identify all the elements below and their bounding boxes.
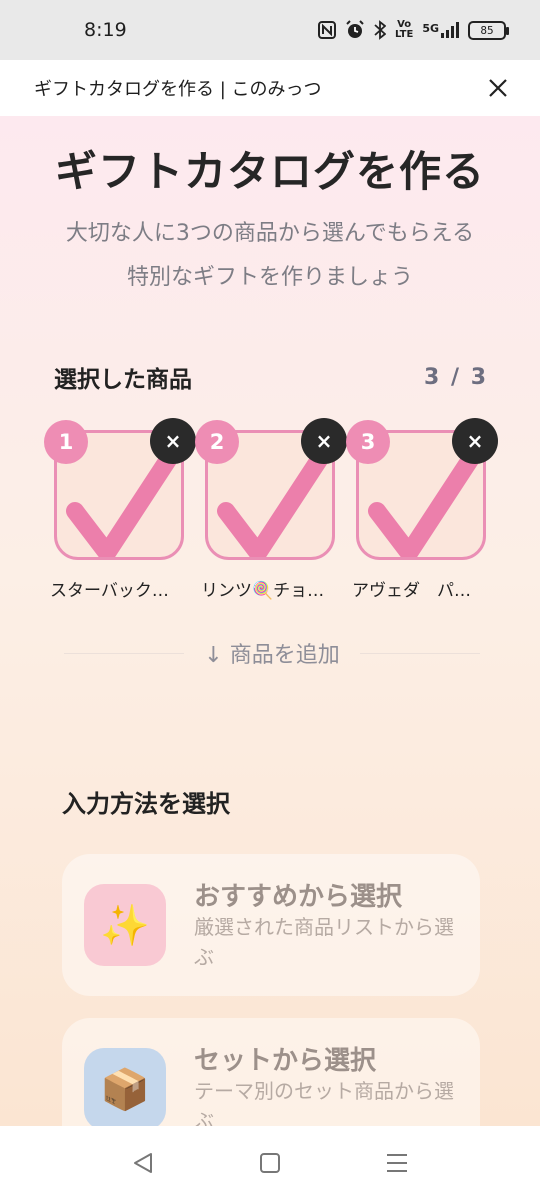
volte-icon: Vo LTE xyxy=(394,19,414,40)
close-icon xyxy=(489,79,507,97)
alarm-icon xyxy=(345,20,365,40)
product-name: アヴェダ パ… xyxy=(352,581,471,601)
status-bar: 8:19 Vo LTE 5G 85 xyxy=(0,0,540,60)
subtitle-line-2: 特別なギフトを作りましょう xyxy=(126,265,413,290)
selected-title: 選択した商品 xyxy=(54,367,192,393)
system-nav-bar xyxy=(0,1126,540,1200)
nav-home-button[interactable] xyxy=(240,1133,300,1193)
method-card-title: おすすめから選択 xyxy=(194,882,403,912)
product-name: スターバック… xyxy=(50,581,169,601)
remove-product-button[interactable]: × xyxy=(150,418,196,464)
remove-product-button[interactable]: × xyxy=(301,418,347,464)
method-card-set[interactable]: 📦 セットから選択 テーマ別のセット商品から選ぶ xyxy=(62,1018,480,1126)
page-title: ギフトカタログを作る xyxy=(54,147,485,196)
battery-icon: 85 xyxy=(468,20,509,40)
method-card-title: セットから選択 xyxy=(194,1046,377,1076)
product-item-3: 3 × アヴェダ パ… xyxy=(346,418,498,608)
subtitle: 大切な人に3つの商品から選んでもらえる 特別なギフトを作りましょう xyxy=(0,212,540,300)
method-card-description: 厳選された商品リストから選ぶ xyxy=(194,915,454,969)
selected-count: 3 / 3 xyxy=(424,364,488,390)
bluetooth-icon xyxy=(374,20,386,40)
home-square-icon xyxy=(259,1153,280,1173)
main-content: ギフトカタログを作る 大切な人に3つの商品から選んでもらえる 特別なギフトを作り… xyxy=(0,116,540,1126)
subtitle-line-1: 大切な人に3つの商品から選んでもらえる xyxy=(65,221,475,246)
package-icon: 📦 xyxy=(84,1048,166,1126)
product-name: リンツ🍭チョ… xyxy=(201,581,325,601)
add-product-button[interactable]: ↓ 商品を追加 xyxy=(184,637,359,669)
header-title: ギフトカタログを作る | このみっつ xyxy=(34,79,322,100)
divider xyxy=(64,652,185,654)
add-product-row: ↓ 商品を追加 xyxy=(64,636,480,670)
nfc-icon xyxy=(317,21,336,39)
product-item-2: 2 × リンツ🍭チョ… xyxy=(195,418,347,608)
product-number-badge: 1 xyxy=(44,420,88,464)
divider xyxy=(359,652,480,654)
5g-signal-icon: 5G xyxy=(422,22,459,38)
close-button[interactable] xyxy=(484,74,512,102)
product-item-1: 1 × スターバック… xyxy=(44,418,196,608)
method-card-recommended[interactable]: ✨ おすすめから選択 厳選された商品リストから選ぶ xyxy=(62,854,480,996)
nav-menu-button[interactable] xyxy=(367,1133,427,1193)
back-triangle-icon xyxy=(134,1153,153,1173)
remove-product-button[interactable]: × xyxy=(452,418,498,464)
method-section-title: 入力方法を選択 xyxy=(62,790,230,818)
product-number-badge: 3 xyxy=(346,420,390,464)
status-time: 8:19 xyxy=(84,19,127,41)
network-label: 5G xyxy=(422,22,439,35)
nav-back-button[interactable] xyxy=(113,1133,173,1193)
selected-products: 1 × スターバック… 2 × リンツ🍭チョ… 3 × アヴェダ パ… xyxy=(44,418,504,608)
method-card-description: テーマ別のセット商品から選ぶ xyxy=(194,1079,454,1126)
product-number-badge: 2 xyxy=(195,420,239,464)
app-header: ギフトカタログを作る | このみっつ xyxy=(0,60,540,116)
menu-lines-icon xyxy=(386,1154,407,1172)
selected-header: 選択した商品 3 / 3 xyxy=(54,360,488,394)
sparkles-icon: ✨ xyxy=(84,884,166,966)
status-icons: Vo LTE 5G 85 xyxy=(317,19,509,40)
